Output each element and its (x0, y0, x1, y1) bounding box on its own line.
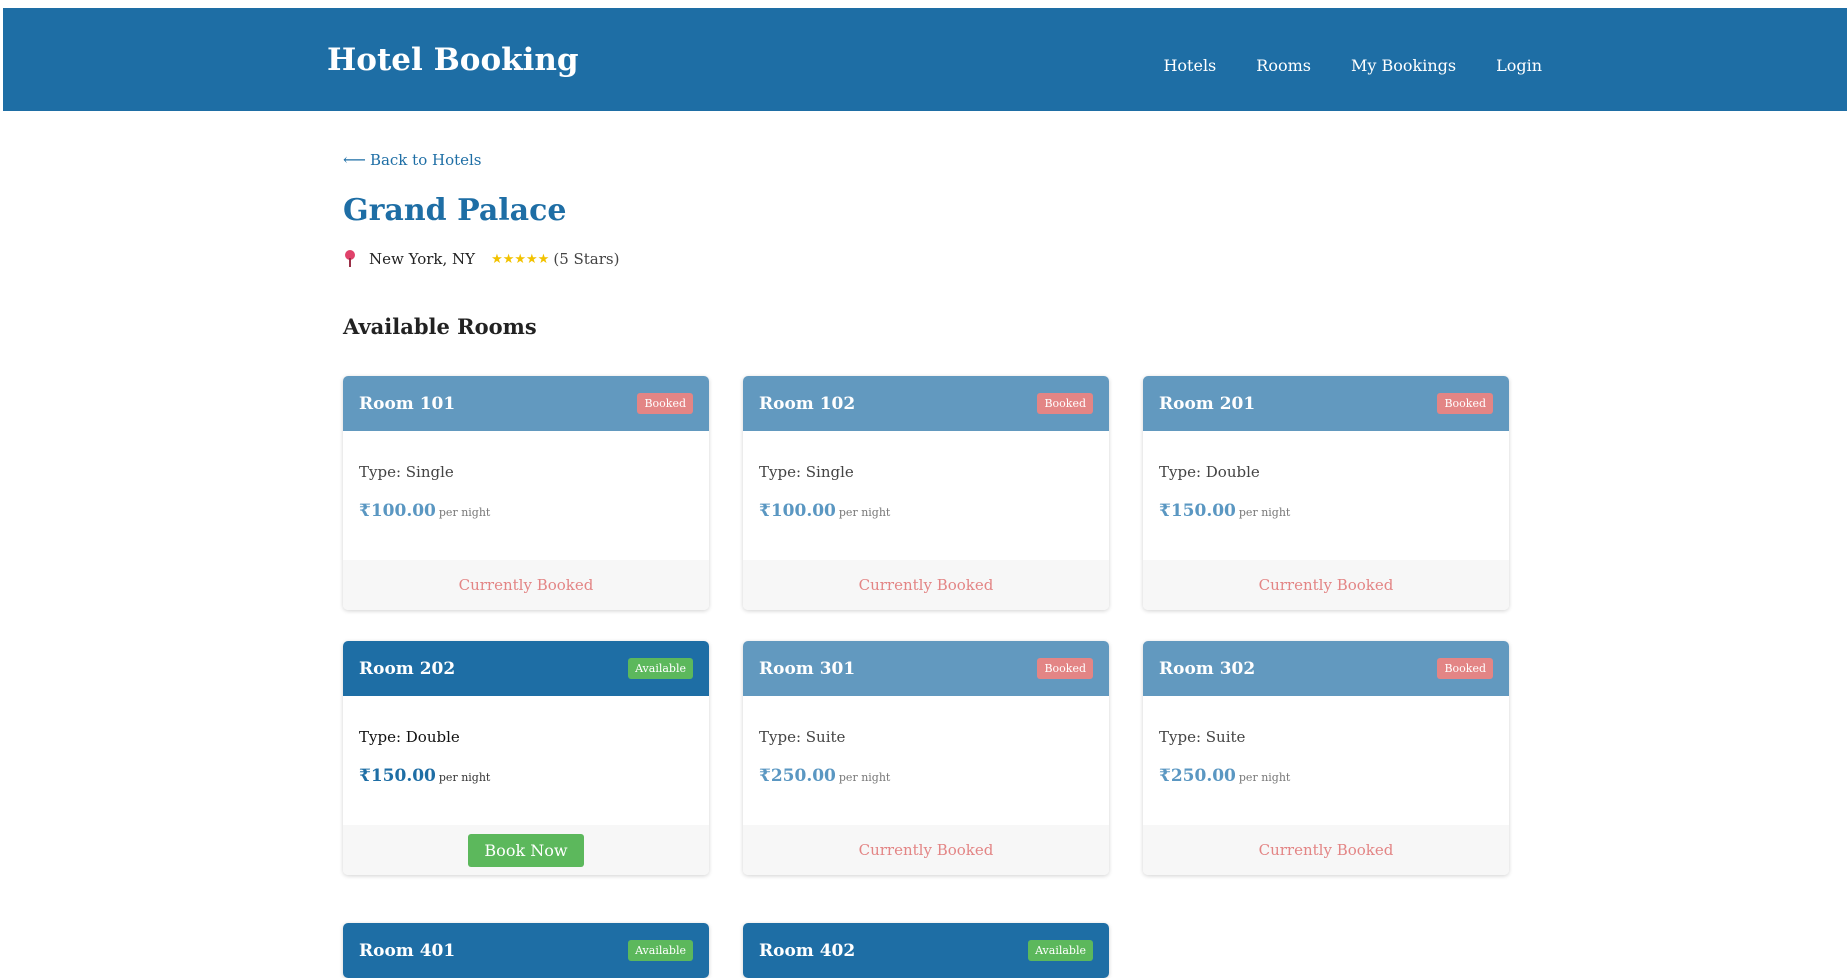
room-card: Room 101 Booked Type: Single ₹100.00 per nig… (343, 376, 709, 610)
room-name: Room 101 (359, 393, 456, 414)
room-card-header: Room 301 Booked (743, 641, 1109, 696)
page: Hotel Booking Hotels Rooms My Bookings L… (0, 0, 1847, 978)
room-card-body: Type: Single ₹100.00 per night (743, 431, 1109, 560)
room-card-header: Room 302 Booked (1143, 641, 1509, 696)
room-card: Room 201 Booked Type: Double ₹150.00 per nig… (1143, 376, 1509, 610)
room-type: Type: Single (759, 463, 854, 481)
price-row: ₹100.00 per night (359, 501, 693, 521)
status-badge: Available (628, 658, 693, 679)
per-night-label: per night (1238, 771, 1291, 784)
main-content: ⟵ Back to Hotels Grand Palace New York, … (343, 150, 1513, 978)
currently-booked-text: Currently Booked (458, 576, 594, 594)
star-rating-label: (5 Stars) (553, 250, 620, 268)
room-card-footer: Currently Booked (743, 825, 1109, 875)
price-row: ₹100.00 per night (759, 501, 1093, 521)
nav-link-login[interactable]: Login (1496, 56, 1542, 75)
status-badge: Available (1028, 940, 1093, 961)
room-price: ₹250.00 (759, 766, 836, 786)
room-price: ₹100.00 (759, 501, 836, 521)
arrow-left-icon: ⟵ (343, 150, 366, 169)
room-type: Type: Double (359, 728, 460, 746)
back-link-label: Back to Hotels (369, 150, 482, 169)
room-card-footer: Book Now (343, 825, 709, 875)
room-card-body: Type: Single ₹100.00 per night (343, 431, 709, 560)
hotel-meta: New York, NY ★★★★★ (5 Stars) (343, 250, 1513, 268)
per-night-label: per night (438, 771, 491, 784)
room-card-footer: Currently Booked (743, 560, 1109, 610)
per-night-label: per night (1238, 506, 1291, 519)
nav-link-hotels[interactable]: Hotels (1163, 56, 1216, 75)
room-card-body: Type: Double ₹150.00 per night (1143, 431, 1509, 560)
currently-booked-text: Currently Booked (858, 841, 994, 859)
room-card: Room 302 Booked Type: Suite ₹250.00 per nigh… (1143, 641, 1509, 875)
status-badge: Booked (637, 393, 693, 414)
currently-booked-text: Currently Booked (858, 576, 994, 594)
room-type: Type: Suite (1159, 728, 1246, 746)
hotel-location: New York, NY (369, 250, 476, 268)
room-card-footer: Currently Booked (1143, 825, 1509, 875)
room-card-footer: Currently Booked (343, 560, 709, 610)
nav-links: Hotels Rooms My Bookings Login (1163, 56, 1542, 75)
room-card: Room 402 Available (743, 923, 1109, 978)
currently-booked-text: Currently Booked (1258, 576, 1394, 594)
room-card-header: Room 402 Available (743, 923, 1109, 978)
room-name: Room 302 (1159, 658, 1256, 679)
status-badge: Booked (1437, 658, 1493, 679)
room-price: ₹150.00 (359, 766, 436, 786)
price-row: ₹150.00 per night (1159, 501, 1493, 521)
room-card: Room 102 Booked Type: Single ₹100.00 per nig… (743, 376, 1109, 610)
room-type: Type: Suite (759, 728, 846, 746)
status-badge: Available (628, 940, 693, 961)
star-rating-icons: ★★★★★ (491, 251, 550, 267)
room-card: Room 401 Available (343, 923, 709, 978)
map-pin-icon (343, 250, 357, 268)
room-name: Room 202 (359, 658, 456, 679)
room-card-header: Room 102 Booked (743, 376, 1109, 431)
room-card-body: Type: Suite ₹250.00 per night (743, 696, 1109, 825)
room-card-header: Room 202 Available (343, 641, 709, 696)
nav-link-rooms[interactable]: Rooms (1256, 56, 1311, 75)
per-night-label: per night (438, 506, 491, 519)
nav-link-my-bookings[interactable]: My Bookings (1351, 56, 1456, 75)
room-name: Room 301 (759, 658, 856, 679)
book-now-button[interactable]: Book Now (468, 833, 584, 867)
hotel-title: Grand Palace (343, 193, 567, 228)
price-row: ₹250.00 per night (1159, 766, 1493, 786)
room-card-header: Room 201 Booked (1143, 376, 1509, 431)
room-name: Room 401 (359, 940, 456, 961)
room-price: ₹100.00 (359, 501, 436, 521)
price-row: ₹150.00 per night (359, 766, 693, 786)
room-card: Room 202 Available Type: Double ₹150.00 per … (343, 641, 709, 875)
room-price: ₹250.00 (1159, 766, 1236, 786)
back-to-hotels-link[interactable]: ⟵ Back to Hotels (343, 150, 482, 169)
room-type: Type: Single (359, 463, 454, 481)
room-price: ₹150.00 (1159, 501, 1236, 521)
room-card: Room 301 Booked Type: Suite ₹250.00 per nigh… (743, 641, 1109, 875)
room-name: Room 201 (1159, 393, 1256, 414)
section-title-available-rooms: Available Rooms (343, 314, 537, 339)
currently-booked-text: Currently Booked (1258, 841, 1394, 859)
room-card-body: Type: Double ₹150.00 per night (343, 696, 709, 825)
navbar: Hotel Booking Hotels Rooms My Bookings L… (3, 8, 1847, 111)
room-type: Type: Double (1159, 463, 1260, 481)
per-night-label: per night (838, 506, 891, 519)
status-badge: Booked (1037, 393, 1093, 414)
room-name: Room 402 (759, 940, 856, 961)
room-card-body: Type: Suite ₹250.00 per night (1143, 696, 1509, 825)
room-card-header: Room 401 Available (343, 923, 709, 978)
room-name: Room 102 (759, 393, 856, 414)
room-card-header: Room 101 Booked (343, 376, 709, 431)
brand-logo-text[interactable]: Hotel Booking (327, 42, 579, 78)
status-badge: Booked (1437, 393, 1493, 414)
status-badge: Booked (1037, 658, 1093, 679)
per-night-label: per night (838, 771, 891, 784)
room-card-footer: Currently Booked (1143, 560, 1509, 610)
price-row: ₹250.00 per night (759, 766, 1093, 786)
